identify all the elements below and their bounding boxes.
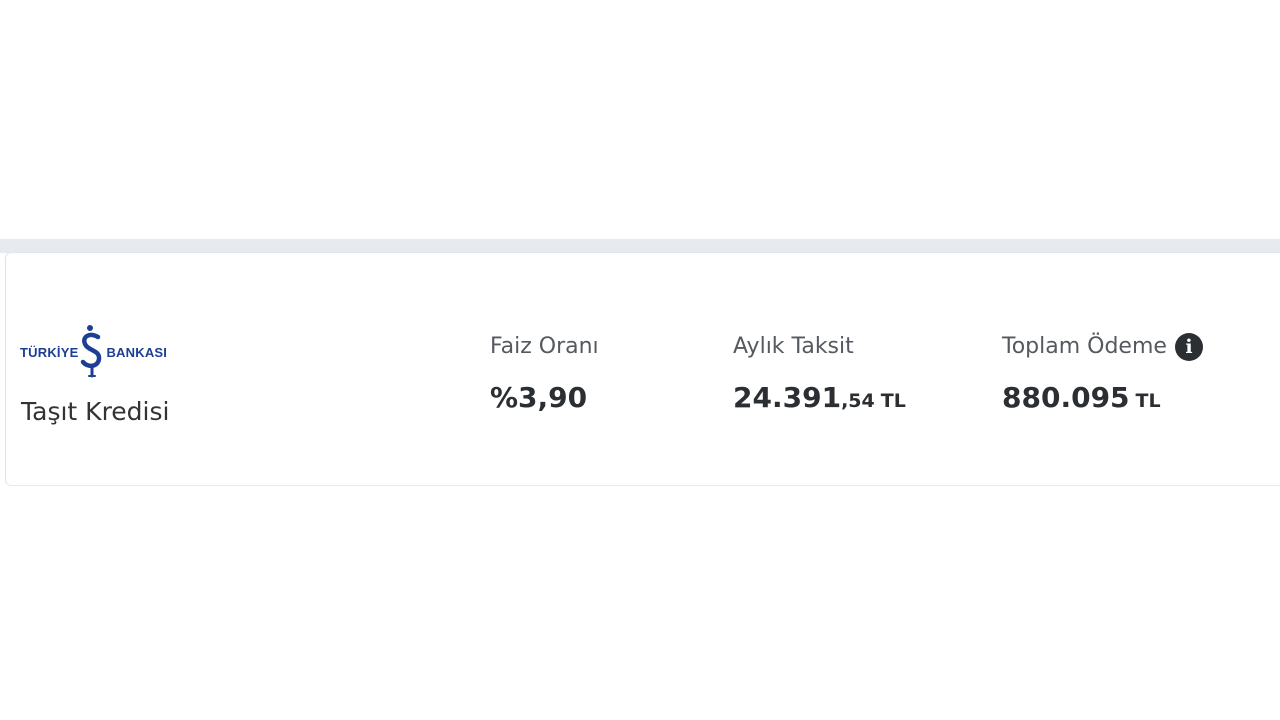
total-payment-block: Toplam Ödeme i 880.095 TL [1002, 333, 1203, 416]
monthly-installment-label: Aylık Taksit [733, 334, 854, 359]
bank-logo-right-word: BANKASI [106, 344, 168, 360]
total-payment-currency: TL [1135, 390, 1161, 412]
total-payment-main: 880.095 [1002, 381, 1130, 414]
bank-logo-mark-icon [81, 325, 102, 378]
bank-logo-left-word: TÜRKİYE [20, 344, 79, 360]
info-icon[interactable]: i [1174, 333, 1203, 361]
product-name: Taşıt Kredisi [21, 397, 170, 426]
monthly-installment-block: Aylık Taksit 24.391,54 TL [733, 333, 906, 416]
interest-rate-block: Faiz Oranı %3,90 [490, 333, 599, 413]
total-payment-label: Toplam Ödeme [1002, 334, 1167, 359]
monthly-installment-decimal: ,54 [841, 390, 875, 412]
interest-rate-label: Faiz Oranı [490, 334, 599, 359]
total-payment-label-row: Toplam Ödeme i [1002, 333, 1203, 361]
interest-rate-value: %3,90 [490, 381, 588, 414]
bank-logo: TÜRKİYE BANKASI [20, 322, 167, 382]
monthly-installment-currency: TL [880, 390, 906, 412]
monthly-installment-value: 24.391,54 TL [733, 383, 906, 416]
card-top-strip [0, 239, 1280, 253]
monthly-installment-main: 24.391 [733, 381, 842, 414]
total-payment-value: 880.095 TL [1002, 383, 1203, 416]
